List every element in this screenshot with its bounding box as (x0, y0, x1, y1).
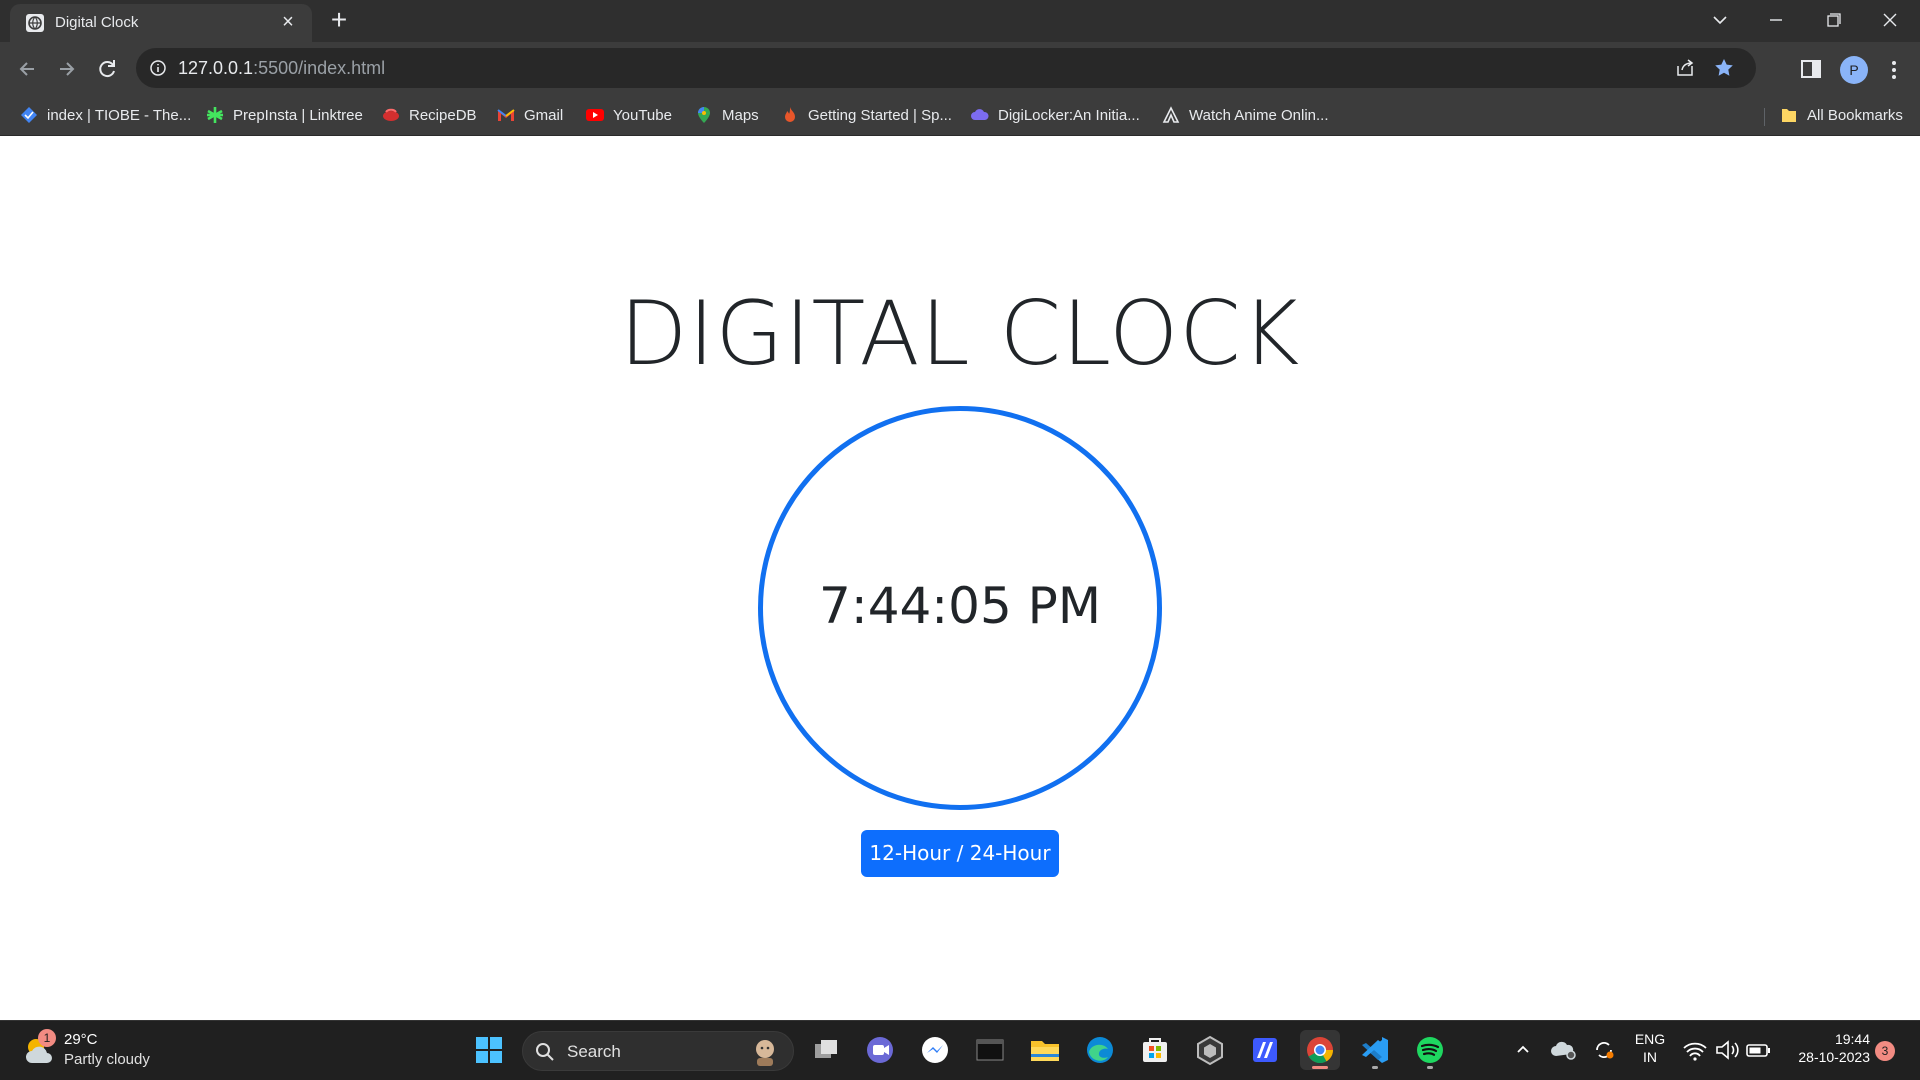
spotify-taskbar-button[interactable] (1410, 1030, 1450, 1070)
chrome-icon (1307, 1037, 1334, 1064)
weather-description: Partly cloudy (64, 1051, 150, 1068)
profile-avatar[interactable]: P (1840, 56, 1868, 84)
flame-icon (785, 107, 795, 122)
browser-tab-strip: Digital Clock × + (0, 0, 1920, 42)
sync-icon[interactable] (1584, 1030, 1624, 1070)
address-bar[interactable]: 127.0.0.1:5500/index.html (136, 48, 1756, 88)
wifi-icon[interactable] (1677, 1030, 1713, 1070)
file-explorer-icon[interactable] (1025, 1030, 1065, 1070)
chrome-taskbar-button[interactable] (1300, 1030, 1340, 1070)
cloud-icon (971, 109, 989, 120)
format-toggle-button[interactable]: 12-Hour / 24-Hour (861, 830, 1059, 877)
close-tab-icon[interactable]: × (276, 10, 300, 34)
recipedb-icon (383, 108, 399, 121)
terminal-icon[interactable] (970, 1030, 1010, 1070)
messenger-icon[interactable] (915, 1030, 955, 1070)
region-code: IN (1643, 1049, 1657, 1065)
vscode-taskbar-button[interactable] (1355, 1030, 1395, 1070)
taskbar-search[interactable]: Search (522, 1031, 794, 1071)
bookmark-star-icon[interactable] (1712, 56, 1736, 80)
site-info-icon[interactable] (148, 58, 168, 78)
url-host: 127.0.0.1 (178, 58, 254, 78)
weather-badge: 1 (38, 1029, 56, 1047)
windows-start-icon[interactable] (469, 1030, 509, 1070)
spotify-icon (1417, 1037, 1443, 1063)
page-title: DIGITAL CLOCK (619, 282, 1301, 385)
url-path: :5500/index.html (253, 58, 386, 78)
restore-icon[interactable] (1813, 5, 1853, 35)
linktree-icon (207, 107, 223, 123)
running-app-indicator (1427, 1066, 1433, 1069)
anime-site-icon (1162, 106, 1180, 123)
close-window-icon[interactable] (1870, 5, 1910, 35)
clock-date-taskbar: 28-10-2023 (1798, 1049, 1870, 1065)
side-panel-icon[interactable] (1800, 58, 1822, 80)
share-icon[interactable] (1674, 57, 1696, 79)
forward-arrow-icon[interactable] (50, 52, 84, 86)
running-app-indicator (1372, 1066, 1378, 1069)
chevron-up-icon[interactable] (1503, 1030, 1543, 1070)
tab-title: Digital Clock (55, 14, 139, 31)
language-code: ENG (1634, 1031, 1666, 1047)
maps-pin-icon (698, 107, 710, 123)
weather-temperature: 29°C (64, 1031, 98, 1048)
globe-favicon-icon (26, 14, 44, 32)
teams-chat-icon[interactable] (860, 1030, 900, 1070)
battery-icon[interactable] (1741, 1030, 1777, 1070)
vs-editor-icon[interactable] (1245, 1030, 1285, 1070)
taskbar: 1 29°C Partly cloudy Search ENG IN 19:44… (0, 1020, 1920, 1080)
more-menu-icon[interactable] (1884, 56, 1904, 84)
edge-browser-icon[interactable] (1080, 1030, 1120, 1070)
microsoft-store-icon[interactable] (1135, 1030, 1175, 1070)
youtube-icon (586, 109, 604, 121)
page-content: DIGITAL CLOCK 7:44:05 PM 12-Hour / 24-Ho… (0, 136, 1920, 1020)
active-app-indicator (1312, 1066, 1328, 1069)
gmail-icon (497, 109, 515, 121)
clock-time: 7:44:05 PM (819, 577, 1101, 635)
notification-badge[interactable]: 3 (1875, 1041, 1895, 1061)
clock-time-taskbar: 19:44 (1834, 1031, 1870, 1047)
url-text[interactable]: 127.0.0.1:5500/index.html (178, 58, 385, 79)
new-tab-icon[interactable]: + (324, 6, 354, 36)
bookmarks-bar: index | TIOBE - The... PrepInsta | Linkt… (0, 96, 1920, 136)
search-label: Search (567, 1042, 621, 1061)
reload-icon[interactable] (90, 52, 124, 86)
browser-toolbar: 127.0.0.1:5500/index.html P (0, 42, 1920, 96)
back-arrow-icon[interactable] (10, 52, 44, 86)
search-highlight-icon (756, 1040, 774, 1066)
folder-icon (1782, 109, 1796, 122)
unity-hub-icon[interactable] (1190, 1030, 1230, 1070)
language-indicator[interactable]: ENG IN (1624, 1031, 1676, 1065)
volume-icon[interactable] (1709, 1030, 1745, 1070)
clock-circle: 7:44:05 PM (758, 406, 1162, 810)
minimize-icon[interactable] (1756, 5, 1796, 35)
task-view-icon[interactable] (806, 1030, 846, 1070)
bookmarks-divider (1764, 108, 1765, 126)
system-clock[interactable]: 19:44 28-10-2023 (1780, 1031, 1870, 1065)
tab-search-chevron-icon[interactable] (1700, 5, 1740, 35)
tiobe-icon (21, 107, 37, 123)
search-icon (536, 1043, 554, 1061)
tab-digital-clock[interactable]: Digital Clock × (10, 4, 312, 42)
onedrive-icon[interactable] (1544, 1030, 1584, 1070)
vscode-icon (1362, 1037, 1388, 1063)
